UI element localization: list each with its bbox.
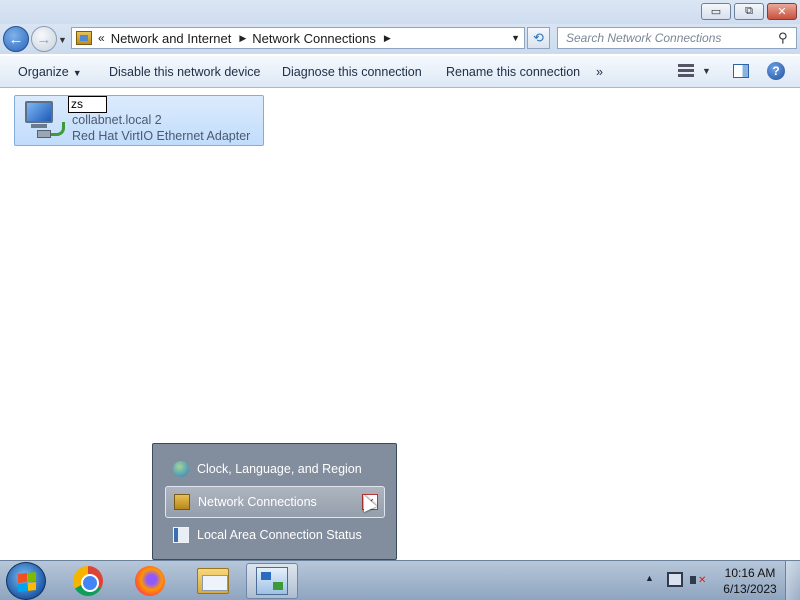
close-button[interactable]: ✕ (767, 3, 797, 20)
jumplist-item-clock-language-region[interactable]: Clock, Language, and Region (165, 453, 385, 485)
network-connections-icon (256, 567, 288, 595)
control-panel-icon (76, 31, 92, 45)
history-dropdown-icon[interactable]: ▼ (58, 35, 67, 45)
taskbar-chrome[interactable] (62, 563, 114, 599)
show-desktop-button[interactable] (785, 561, 800, 600)
minimize-button[interactable]: ▭ (701, 3, 731, 20)
globe-clock-icon (173, 461, 189, 477)
disable-device-button[interactable]: Disable this network device (109, 65, 260, 79)
chrome-icon (73, 566, 103, 596)
connection-tile[interactable]: zs collabnet.local 2 Red Hat VirtIO Ethe… (14, 95, 264, 146)
forward-arrow-icon: → (36, 30, 52, 48)
back-button[interactable]: ← (3, 26, 29, 52)
jumplist-item-label: Local Area Connection Status (197, 528, 362, 542)
breadcrumb-overflow[interactable]: « (98, 31, 105, 45)
taskbar-network-connections[interactable] (246, 563, 298, 599)
network-tray-icon[interactable] (667, 572, 683, 587)
explorer-icon (197, 568, 229, 594)
refresh-button[interactable]: ⟲ (527, 27, 550, 49)
jumplist-item-lac-status[interactable]: Local Area Connection Status (165, 519, 385, 551)
organize-menu[interactable]: Organize ▼ (18, 65, 82, 79)
address-bar[interactable]: « Network and Internet ▶ Network Connect… (71, 27, 525, 49)
back-arrow-icon: ← (8, 30, 24, 48)
help-icon[interactable]: ? (767, 62, 785, 80)
title-bar: ▭ ⧉ ✕ (0, 0, 800, 26)
network-adapter-icon (19, 100, 71, 142)
organize-label: Organize (18, 65, 69, 79)
close-icon: ✕ (777, 6, 787, 18)
search-box[interactable]: Search Network Connections ⚲ (557, 27, 797, 49)
jumplist-item-label: Network Connections (198, 495, 317, 509)
windows-logo-icon (18, 572, 36, 592)
start-button[interactable] (6, 562, 46, 600)
jumplist-item-network-connections[interactable]: Network Connections ✕ (165, 486, 385, 518)
show-hidden-icons-icon[interactable]: ▲ (645, 573, 654, 583)
connections-list[interactable]: zs collabnet.local 2 Red Hat VirtIO Ethe… (0, 89, 800, 560)
connection-adapter: Red Hat VirtIO Ethernet Adapter (72, 129, 251, 143)
view-dropdown-icon[interactable]: ▼ (702, 66, 711, 76)
lac-status-icon (173, 527, 189, 543)
more-commands-button[interactable]: » (596, 65, 603, 79)
rename-field[interactable]: zs (68, 96, 107, 113)
system-clock[interactable]: 10:16 AM 6/13/2023 (720, 565, 780, 597)
clock-time: 10:16 AM (724, 566, 776, 580)
breadcrumb-chevron-icon[interactable]: ▶ (384, 33, 391, 44)
forward-button[interactable]: → (31, 26, 57, 52)
search-input[interactable]: Search Network Connections (566, 31, 778, 45)
diagnose-connection-button[interactable]: Diagnose this connection (282, 65, 422, 79)
chevron-down-icon: ▼ (72, 68, 82, 78)
breadcrumb-chevron-icon[interactable]: ▶ (239, 33, 246, 44)
rename-connection-button[interactable]: Rename this connection (446, 65, 580, 79)
preview-pane-icon[interactable] (733, 64, 749, 78)
network-connections-icon (174, 494, 190, 510)
minimize-icon: ▭ (710, 6, 722, 18)
refresh-icon: ⟲ (533, 30, 544, 45)
restore-icon: ⧉ (745, 5, 753, 17)
breadcrumb-network-and-internet[interactable]: Network and Internet (111, 31, 232, 46)
clock-date: 6/13/2023 (723, 582, 777, 596)
breadcrumb-network-connections[interactable]: Network Connections (252, 31, 376, 46)
jumplist-item-label: Clock, Language, and Region (197, 462, 362, 476)
change-view-icon[interactable] (678, 64, 694, 78)
volume-muted-icon[interactable]: ✕ (690, 573, 706, 587)
taskbar-explorer[interactable] (187, 563, 239, 599)
address-row: ← → ▼ « Network and Internet ▶ Network C… (0, 24, 800, 54)
search-icon[interactable]: ⚲ (778, 30, 796, 46)
address-dropdown-icon[interactable]: ▼ (511, 33, 520, 43)
maximize-button[interactable]: ⧉ (734, 3, 764, 20)
taskbar-firefox[interactable] (124, 563, 176, 599)
connection-network: collabnet.local 2 (72, 113, 162, 127)
firefox-icon (135, 566, 165, 596)
